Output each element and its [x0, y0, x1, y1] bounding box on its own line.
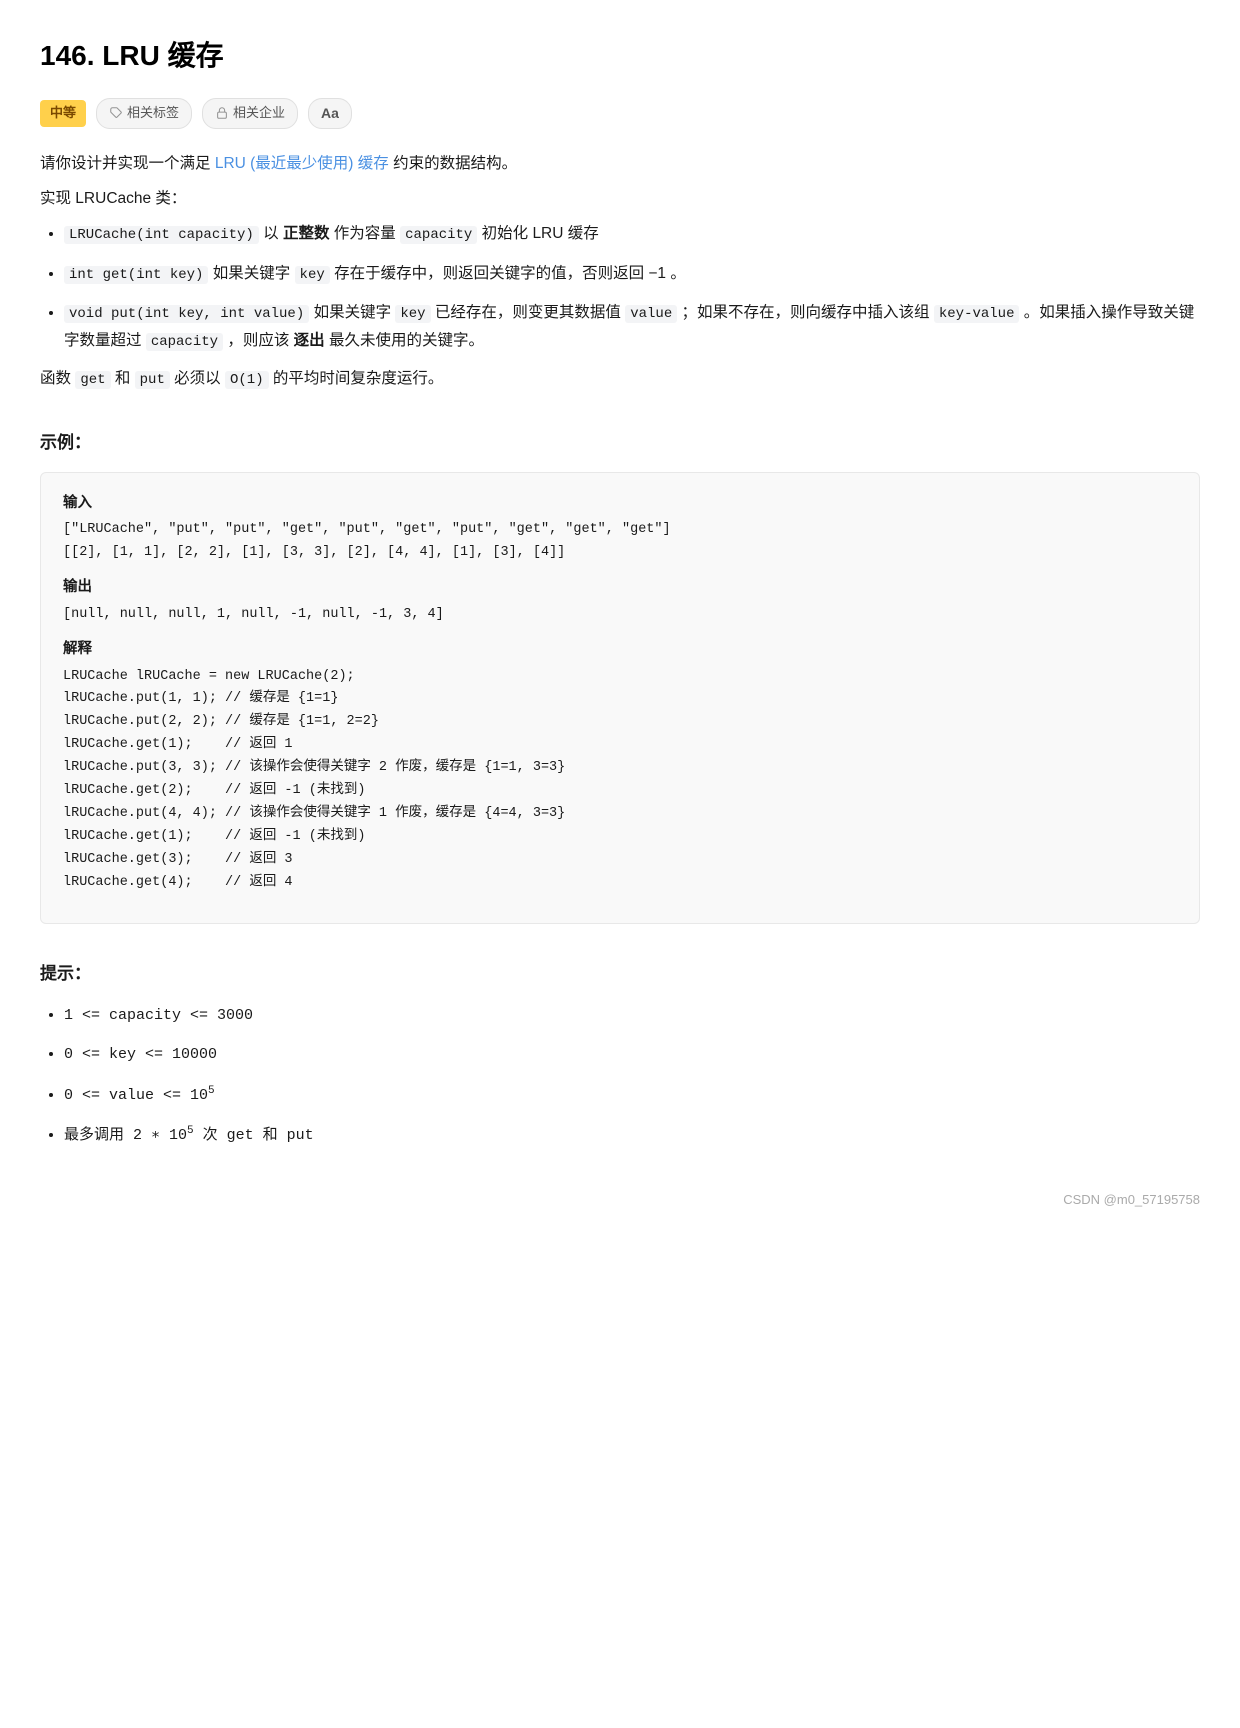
- desc-code-1: LRUCache(int capacity): [64, 226, 259, 244]
- difficulty-badge[interactable]: 中等: [40, 100, 86, 126]
- related-company-button[interactable]: 相关企业: [202, 98, 298, 128]
- desc-item-1: LRUCache(int capacity) 以 正整数 作为容量 capaci…: [64, 220, 1200, 248]
- impl-label: 实现 LRUCache 类：: [40, 186, 1200, 212]
- hint-list: 1 <= capacity <= 3000 0 <= key <= 10000 0 …: [40, 1003, 1200, 1149]
- complexity-line: 函数 get 和 put 必须以 O(1) 的平均时间复杂度运行。: [40, 366, 1200, 393]
- intro-paragraph: 请你设计并实现一个满足 LRU (最近最少使用) 缓存 约束的数据结构。: [40, 151, 1200, 177]
- output-line: [null, null, null, 1, null, -1, null, -1…: [63, 604, 1177, 627]
- input-line2: [[2], [1, 1], [2, 2], [1], [3, 3], [2], …: [63, 542, 1177, 565]
- output-label: 输出: [63, 575, 1177, 600]
- related-tags-button[interactable]: 相关标签: [96, 98, 192, 128]
- page-title: 146. LRU 缓存: [40, 32, 1200, 80]
- input-line1: ["LRUCache", "put", "put", "get", "put",…: [63, 519, 1177, 542]
- tag-row: 中等 相关标签 相关企业 Aa: [40, 98, 1200, 130]
- tag-icon: [109, 106, 123, 120]
- explain-section: 解释 LRUCache lRUCache = new LRUCache(2); …: [63, 637, 1177, 895]
- example-section: 示例： 输入 ["LRUCache", "put", "put", "get",…: [40, 429, 1200, 924]
- explain-label: 解释: [63, 637, 1177, 662]
- example-title: 示例：: [40, 429, 1200, 458]
- output-section: 输出 [null, null, null, 1, null, -1, null,…: [63, 575, 1177, 627]
- desc-code-2: int get(int key): [64, 266, 208, 284]
- hints-section: 提示： 1 <= capacity <= 3000 0 <= key <= 100…: [40, 960, 1200, 1149]
- desc-code-3: void put(int key, int value): [64, 305, 309, 323]
- description-block: 请你设计并实现一个满足 LRU (最近最少使用) 缓存 约束的数据结构。 实现 …: [40, 151, 1200, 392]
- footer-credit: CSDN @m0_57195758: [40, 1189, 1200, 1211]
- description-list: LRUCache(int capacity) 以 正整数 作为容量 capaci…: [40, 220, 1200, 354]
- desc-item-3: void put(int key, int value) 如果关键字 key 已…: [64, 299, 1200, 354]
- hint-item-4: 最多调用 2 ∗ 105 次 get 和 put: [64, 1122, 1200, 1149]
- example-box: 输入 ["LRUCache", "put", "put", "get", "pu…: [40, 472, 1200, 924]
- hint-item-2: 0 <= key <= 10000: [64, 1042, 1200, 1068]
- input-section: 输入 ["LRUCache", "put", "put", "get", "pu…: [63, 491, 1177, 566]
- lock-icon: [215, 106, 229, 120]
- lru-link[interactable]: LRU (最近最少使用) 缓存: [215, 155, 389, 172]
- input-label: 输入: [63, 491, 1177, 516]
- desc-item-2: int get(int key) 如果关键字 key 存在于缓存中，则返回关键字…: [64, 260, 1200, 288]
- hints-title: 提示：: [40, 960, 1200, 989]
- explain-lines: LRUCache lRUCache = new LRUCache(2); lRU…: [63, 666, 1177, 895]
- hint-item-1: 1 <= capacity <= 3000: [64, 1003, 1200, 1029]
- font-size-button[interactable]: Aa: [308, 98, 352, 130]
- hint-item-3: 0 <= value <= 105: [64, 1082, 1200, 1109]
